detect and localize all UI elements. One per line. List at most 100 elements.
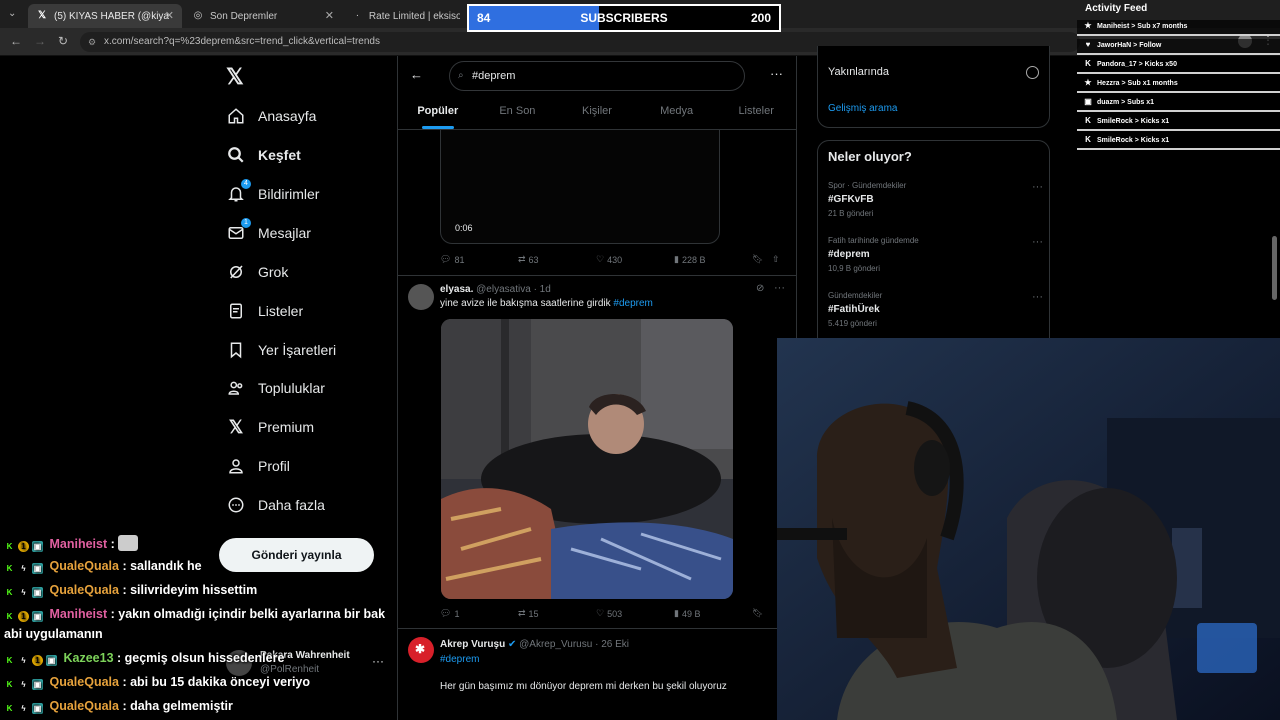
hashtag-link[interactable]: #deprem — [440, 654, 479, 665]
nav-item-communities[interactable]: Topluluklar — [226, 373, 325, 403]
views-button[interactable]: ▮ 228 B — [674, 254, 705, 265]
trend-item[interactable]: Spor · Gündemdekiler #GFKvFB 21 B gönder… — [828, 181, 1043, 218]
bolt-badge-icon: ϟ — [21, 564, 26, 573]
tab-media[interactable]: Medya — [637, 96, 717, 129]
forward-arrow-icon[interactable]: → — [34, 34, 46, 48]
page-scrollbar[interactable] — [1272, 236, 1277, 300]
nav-item-explore[interactable]: Keşfet — [226, 140, 301, 170]
search-filters-card: Yakınlarında Gelişmiş arama — [817, 46, 1050, 128]
tweet-photo[interactable] — [441, 319, 733, 599]
tab-list-chevron-icon[interactable]: ⌄ — [8, 8, 16, 19]
like-button[interactable]: ♡ 430 — [596, 254, 622, 265]
subscriber-badge-icon: 1 — [32, 655, 43, 666]
tab-latest[interactable]: En Son — [478, 96, 558, 129]
nav-item-notifications[interactable]: 4 Bildirimler — [226, 179, 319, 209]
chat-message: K 1 ▣ Maniheist : — [4, 535, 139, 552]
search-icon: ⌕ — [458, 70, 464, 81]
trend-item[interactable]: Fatih tarihinde gündemde #deprem 10,9 B … — [828, 236, 1043, 273]
repost-button[interactable]: ⇄ 15 — [518, 608, 539, 619]
views-button[interactable]: ▮ 49 B — [674, 608, 700, 619]
reply-count: 81 — [454, 254, 465, 265]
nav-label: Topluluklar — [258, 380, 325, 396]
location-radio[interactable] — [1026, 66, 1039, 79]
browser-tab-son-depremler[interactable]: ◎ Son Depremler ✕ — [184, 4, 342, 28]
bookmark-button[interactable]: 🔖︎ — [752, 254, 763, 265]
back-arrow-icon[interactable]: ← — [10, 34, 22, 48]
heart-icon: ♥ — [1085, 40, 1091, 49]
tab-title: (5) KIYAS HABER (@kiyashaber) — [54, 10, 169, 22]
trend-title: #deprem — [828, 249, 870, 260]
nav-item-lists[interactable]: Listeler — [226, 296, 303, 326]
repost-icon: ⇄ — [518, 254, 526, 264]
activity-text: Pandora_17 > Kicks x50 — [1097, 61, 1177, 68]
trend-title: #FatihÜrek — [828, 304, 880, 315]
globe-icon: ◎ — [193, 10, 203, 21]
subscriber-goal: 200 — [750, 11, 771, 25]
advanced-search-link[interactable]: Gelişmiş arama — [828, 103, 897, 114]
tab-lists[interactable]: Listeler — [716, 96, 796, 129]
video-player[interactable]: 0:06 — [440, 130, 720, 244]
nav-label: Bildirimler — [258, 186, 320, 202]
nav-item-grok[interactable]: Grok — [226, 257, 288, 287]
activity-text: Maniheist > Sub x7 months — [1097, 23, 1188, 30]
x-logo-icon[interactable]: 𝕏 — [226, 64, 244, 90]
author-handle[interactable]: @Akrep_Vurusu — [519, 639, 592, 650]
trend-meta: Spor · Gündemdekiler — [828, 181, 907, 190]
tab-people[interactable]: Kişiler — [557, 96, 637, 129]
hashtag-link[interactable]: #deprem — [613, 298, 652, 309]
tweet-akrep-vurusu[interactable]: ✱ Akrep Vuruşu ✔ @Akrep_Vurusu · 26 Eki … — [398, 629, 796, 720]
chat-text: abi bu 15 dakika önceyi veriyo — [130, 675, 311, 689]
more-dots-icon[interactable]: ··· — [1032, 291, 1043, 303]
reply-button[interactable]: 💬︎ 81 — [440, 254, 464, 265]
avatar[interactable] — [408, 284, 434, 310]
browser-tab-kiyas-haber[interactable]: 𝕏 (5) KIYAS HABER (@kiyashaber) ✕ — [28, 4, 182, 28]
chat-text: yakın olmadığı içindir belki ayarlarına … — [118, 607, 386, 621]
grok-icon[interactable]: ⊘ — [756, 283, 764, 294]
chat-text: daha gelmemiştir — [130, 699, 233, 713]
reply-button[interactable]: 💬︎ 1 — [440, 608, 459, 619]
author-handle[interactable]: @elyasativa — [476, 284, 531, 295]
author-name[interactable]: elyasa. — [440, 284, 473, 295]
kick-badge-icon: K — [6, 656, 13, 665]
browser-tab-eksisozluk[interactable]: · Rate Limited | eksisozluk.com — [344, 4, 468, 28]
nav-item-profile[interactable]: Profil — [226, 451, 290, 481]
repost-button[interactable]: ⇄ 63 — [518, 254, 539, 265]
trend-meta: Fatih tarihinde gündemde — [828, 236, 919, 245]
gift-icon: ▣ — [1084, 97, 1092, 106]
tab-popular[interactable]: Popüler — [398, 96, 478, 129]
nav-item-more[interactable]: Daha fazla — [226, 490, 325, 520]
list-icon — [226, 301, 246, 321]
author-name[interactable]: Akrep Vuruşu — [440, 639, 505, 650]
more-dots-icon[interactable]: ··· — [774, 282, 785, 294]
bolt-badge-icon: ϟ — [21, 704, 26, 713]
trend-item[interactable]: Gündemdekiler #FatihÜrek 5.419 gönderi ·… — [828, 291, 1043, 328]
chat-text: silivrideyim hissettim — [130, 583, 258, 597]
notification-badge: 4 — [241, 179, 251, 189]
nav-item-home[interactable]: Anasayfa — [226, 101, 316, 131]
nav-item-premium[interactable]: 𝕏 Premium — [226, 412, 314, 442]
activity-item: K Pandora_17 > Kicks x50 — [1077, 58, 1280, 74]
reload-icon[interactable]: ↻ — [58, 34, 68, 48]
kick-badge-icon: K — [6, 704, 13, 713]
site-info-icon[interactable]: ⚙ — [88, 32, 96, 52]
search-tabs: Popüler En Son Kişiler Medya Listeler — [398, 96, 796, 130]
like-button[interactable]: ♡ 503 — [596, 608, 622, 619]
nav-item-bookmarks[interactable]: Yer İşaretleri — [226, 335, 336, 365]
avatar[interactable]: ✱ — [408, 637, 434, 663]
search-input[interactable]: ⌕ #deprem — [449, 61, 745, 91]
tweet-body: Her gün başımız mı dönüyor deprem mi der… — [440, 681, 727, 692]
close-tab-icon[interactable]: ✕ — [325, 9, 334, 22]
view-count: 228 B — [681, 254, 706, 265]
back-arrow-icon[interactable]: ← — [410, 67, 423, 82]
chat-username: Maniheist — [49, 537, 108, 551]
share-button[interactable]: ⇧ — [772, 254, 780, 265]
close-tab-icon[interactable]: ✕ — [165, 9, 174, 22]
nav-item-messages[interactable]: 1 Mesajlar — [226, 218, 311, 248]
bell-icon: 4 — [226, 179, 251, 204]
stream-chat-overlay: K 1 ▣ Maniheist : Kϟ ▣ QualeQuala : salland… — [0, 532, 400, 720]
more-dots-icon[interactable]: ··· — [1032, 181, 1043, 193]
repost-count: 15 — [528, 608, 539, 619]
bookmark-button[interactable]: 🔖︎ — [752, 608, 763, 619]
more-dots-icon[interactable]: ··· — [770, 66, 783, 81]
more-dots-icon[interactable]: ··· — [1032, 236, 1043, 248]
